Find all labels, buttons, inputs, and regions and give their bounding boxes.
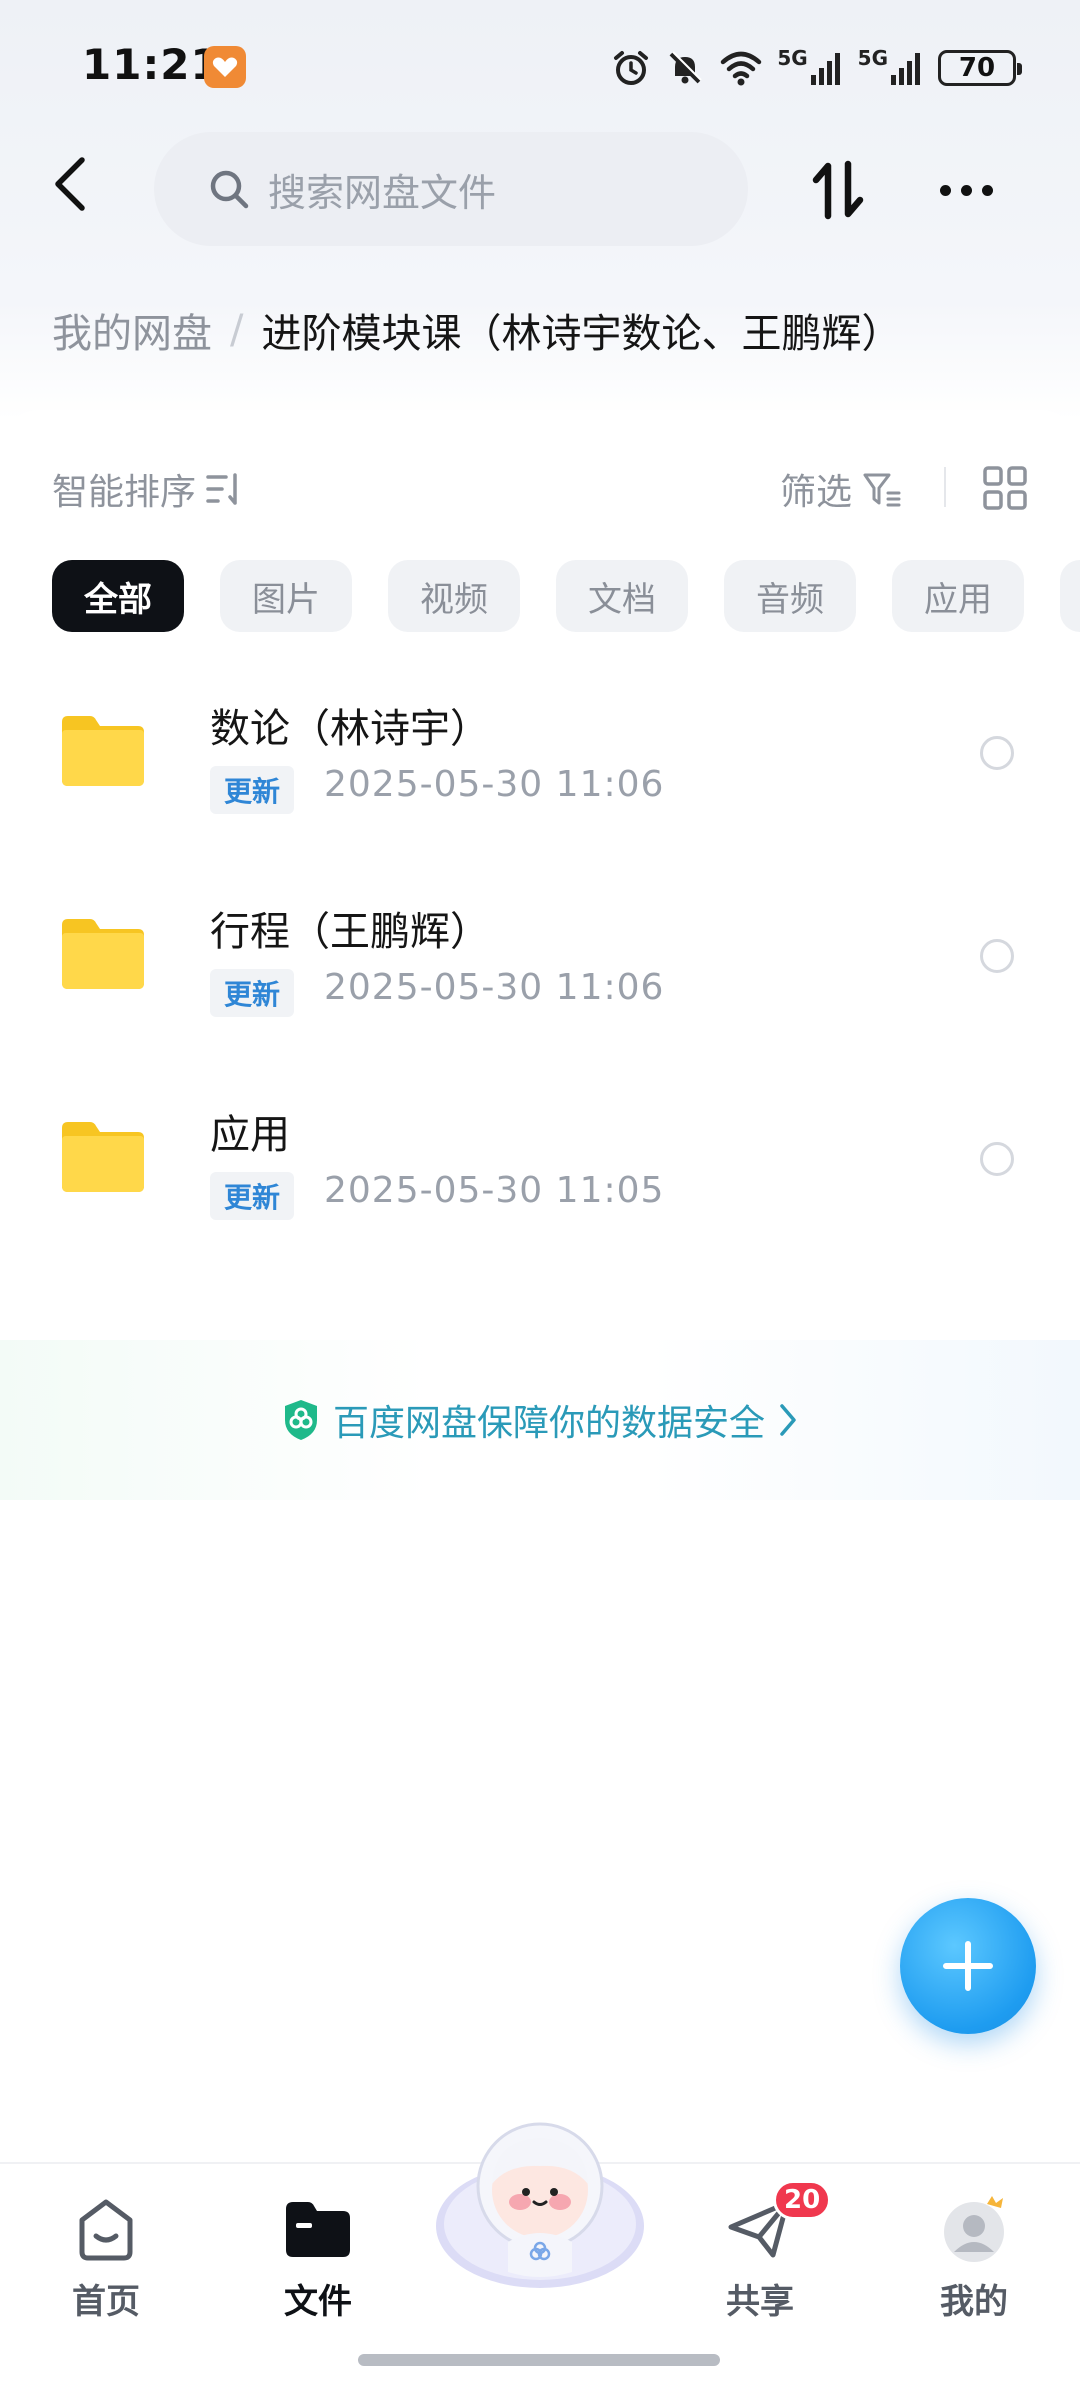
chip-all[interactable]: 全部 (52, 560, 184, 632)
select-checkbox[interactable] (980, 1142, 1014, 1176)
file-name: 行程（王鹏辉） (210, 909, 490, 955)
nav-item-home[interactable]: 首页 (36, 2194, 176, 2344)
list-item[interactable]: 数论（林诗宇） 更新 2025-05-30 11:06 (0, 660, 1080, 863)
folder-icon (62, 1122, 144, 1192)
select-checkbox[interactable] (980, 736, 1014, 770)
category-chips: 全部 图片 视频 文档 音频 应用 (52, 560, 1080, 632)
nav-label-mine: 我的 (940, 2282, 1008, 2322)
sort-order-icon (206, 473, 237, 505)
status-time: 11:21 (82, 40, 221, 89)
assistant-mascot[interactable] (432, 2106, 648, 2296)
breadcrumb-current: 进阶模块课（林诗宇数论、王鹏辉） (261, 311, 902, 357)
share-icon: 20 (725, 2180, 832, 2264)
more-dot (981, 184, 993, 196)
home-indicator (358, 2354, 720, 2366)
chip-audio[interactable]: 音频 (724, 560, 856, 632)
signal-icon-2 (891, 53, 920, 85)
up-down-arrows-icon (812, 160, 864, 220)
plus-icon (943, 1941, 993, 1991)
wifi-icon (721, 51, 762, 86)
battery-indicator: 70 (938, 50, 1022, 86)
nav-item-files[interactable]: 文件 (248, 2194, 388, 2344)
grid-view-icon[interactable] (982, 465, 1028, 511)
security-banner[interactable]: 百度网盘保障你的数据安全 (0, 1340, 1080, 1500)
folder-filled-icon (283, 2194, 353, 2264)
nav-item-mine[interactable]: 我的 (904, 2194, 1044, 2344)
back-button[interactable] (34, 148, 106, 220)
transfer-sort-button[interactable] (800, 152, 876, 228)
status-bar: 11:21 5G 5G 70 (0, 0, 1080, 130)
mute-bell-icon (669, 51, 703, 84)
app-notification-icon (204, 46, 246, 88)
breadcrumb: 我的网盘 / 进阶模块课（林诗宇数论、王鹏辉） (52, 300, 901, 360)
chip-more[interactable] (1060, 560, 1080, 632)
more-dot (939, 184, 951, 196)
search-input[interactable]: 搜索网盘文件 (154, 132, 748, 246)
folder-icon (62, 716, 144, 786)
status-icons: 5G 5G 70 (611, 44, 1022, 92)
network-type-1: 5G (777, 46, 808, 70)
chip-images[interactable]: 图片 (220, 560, 352, 632)
home-icon (71, 2194, 141, 2264)
top-bar: 搜索网盘文件 (0, 128, 1080, 248)
screen: 11:21 5G 5G 70 搜索网盘文件 我的网盘 / 进阶模块课（林诗宇数论… (0, 0, 1080, 2392)
nav-label-share: 共享 (726, 2282, 794, 2322)
chip-apps[interactable]: 应用 (892, 560, 1024, 632)
list-item[interactable]: 应用 更新 2025-05-30 11:05 (0, 1066, 1080, 1269)
chip-documents[interactable]: 文档 (556, 560, 688, 632)
update-badge: 更新 (210, 766, 295, 814)
network-type-2: 5G (857, 46, 888, 70)
nav-label-files: 文件 (284, 2282, 352, 2322)
security-text: 百度网盘保障你的数据安全 (332, 1403, 765, 1444)
file-list: 数论（林诗宇） 更新 2025-05-30 11:06 行程（王鹏辉） 更新 2… (0, 660, 1080, 1269)
update-badge: 更新 (210, 969, 295, 1017)
select-checkbox[interactable] (980, 939, 1014, 973)
more-dot (960, 184, 972, 196)
file-time: 2025-05-30 11:06 (324, 764, 665, 805)
alarm-icon (614, 51, 649, 85)
avatar (939, 2194, 1009, 2264)
sort-button[interactable]: 智能排序 (52, 463, 196, 515)
update-badge: 更新 (210, 1172, 295, 1220)
chevron-right-icon (780, 1404, 796, 1436)
filter-icon (863, 473, 901, 507)
file-time: 2025-05-30 11:06 (324, 967, 665, 1008)
toolbar-divider (944, 467, 946, 507)
nav-item-share[interactable]: 20 共享 (690, 2180, 832, 2344)
share-count-badge: 20 (773, 2180, 832, 2220)
breadcrumb-separator: / (230, 307, 244, 353)
file-time: 2025-05-30 11:05 (324, 1170, 665, 1211)
more-options-button[interactable] (928, 152, 1004, 228)
battery-level: 70 (958, 53, 996, 83)
search-placeholder: 搜索网盘文件 (268, 170, 497, 215)
filter-button[interactable]: 筛选 (780, 463, 852, 515)
search-icon (210, 170, 249, 209)
add-button[interactable] (900, 1898, 1036, 2034)
breadcrumb-root[interactable]: 我的网盘 (52, 301, 212, 359)
chip-videos[interactable]: 视频 (388, 560, 520, 632)
file-name: 应用 (210, 1112, 290, 1158)
folder-icon (62, 919, 144, 989)
chevron-left-icon (55, 157, 85, 211)
list-item[interactable]: 行程（王鹏辉） 更新 2025-05-30 11:06 (0, 863, 1080, 1066)
nav-label-home: 首页 (72, 2282, 140, 2322)
signal-icon-1 (810, 53, 840, 85)
file-name: 数论（林诗宇） (210, 706, 490, 752)
list-toolbar: 智能排序 筛选 (52, 455, 1032, 525)
shield-icon (284, 1400, 317, 1440)
